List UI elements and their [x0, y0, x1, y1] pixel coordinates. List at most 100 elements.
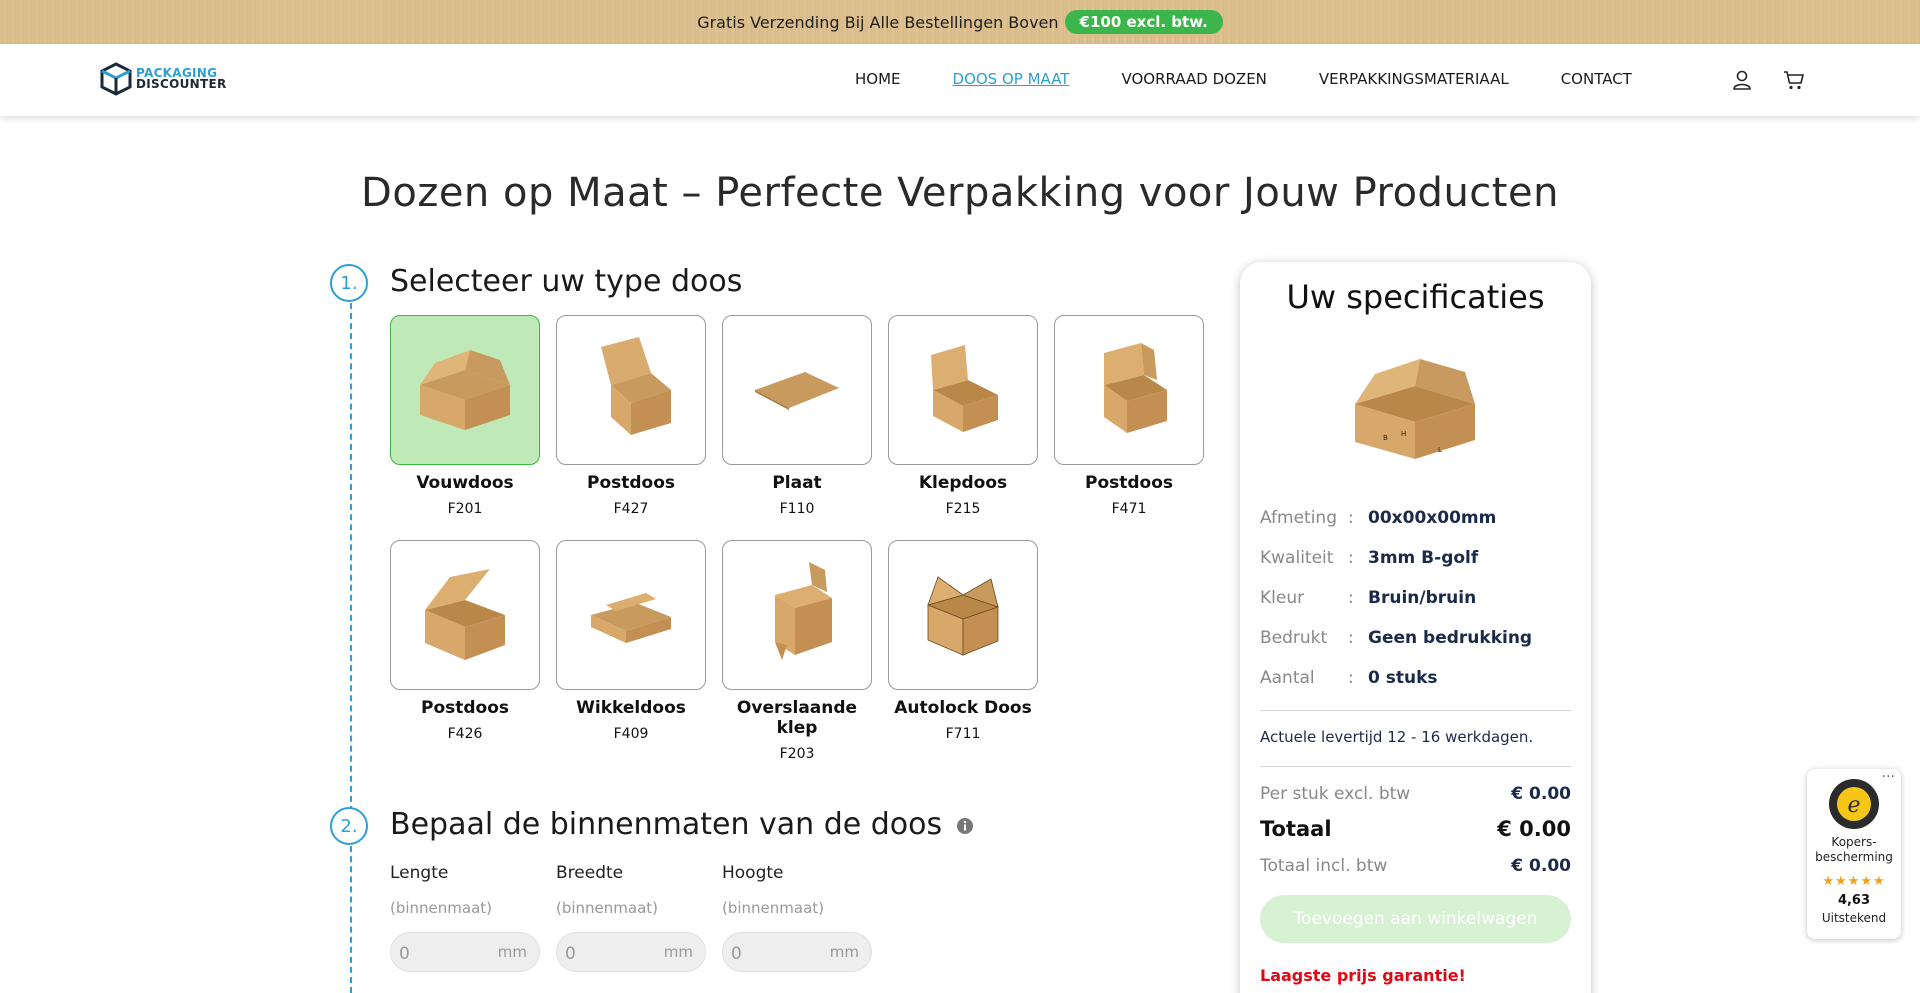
width-label: Breedte: [556, 863, 624, 883]
box-type-f426[interactable]: Postdoos F426: [390, 540, 540, 742]
spec-divider: [1260, 766, 1571, 767]
box-type-f711[interactable]: Autolock Doos F711: [888, 540, 1038, 742]
svg-text:L: L: [1438, 446, 1442, 454]
length-input[interactable]: 0 mm: [390, 932, 540, 972]
spec-colon: :: [1348, 508, 1354, 528]
box-type-f427[interactable]: Postdoos F427: [556, 315, 706, 517]
total-value: € 0.00: [1497, 817, 1571, 841]
box-name: Klepdoos: [918, 473, 1008, 493]
length-unit: mm: [497, 943, 527, 961]
width-input[interactable]: 0 mm: [556, 932, 706, 972]
box-image-autolock: [888, 540, 1038, 690]
nav-contact[interactable]: CONTACT: [1561, 70, 1632, 88]
spec-colon: :: [1348, 588, 1354, 608]
trusted-shops-seal-icon: e: [1829, 779, 1879, 829]
add-to-cart-button[interactable]: Toevoegen aan winkelwagen: [1260, 895, 1571, 943]
cart-icon[interactable]: [1782, 68, 1806, 92]
spec-divider: [1260, 710, 1571, 711]
trusted-shops-badge[interactable]: ··· e Kopers-bescherming ★★★★★ 4,63 Uits…: [1807, 769, 1901, 939]
height-sublabel: (binnenmaat): [722, 899, 825, 917]
box-code: F215: [945, 501, 981, 517]
spec-key: Aantal: [1260, 668, 1315, 688]
logo-box-icon: [100, 62, 132, 96]
spec-value: 3mm B-golf: [1368, 548, 1479, 568]
box-image-postdoos-f426: [390, 540, 540, 690]
spec-value: 0 stuks: [1368, 668, 1438, 688]
main-nav: HOME DOOS OP MAAT VOORRAAD DOZEN VERPAKK…: [855, 70, 1632, 88]
box-name: Vouwdoos: [416, 473, 514, 493]
box-code: F427: [613, 501, 649, 517]
box-code: F203: [779, 746, 815, 762]
step-2-title: Bepaal de binnenmaten van de doos: [390, 807, 974, 842]
user-icon[interactable]: [1730, 68, 1754, 92]
width-input-value[interactable]: 0: [565, 944, 576, 964]
selected-box-preview: B H L: [1355, 359, 1475, 459]
box-name: Postdoos: [420, 698, 510, 718]
site-header: PACKAGING DISCOUNTER HOME DOOS OP MAAT V…: [0, 44, 1920, 116]
box-name: Autolock Doos: [894, 698, 1032, 718]
buyer-protection-text: Kopers-bescherming: [1815, 835, 1893, 864]
svg-text:e: e: [1847, 793, 1860, 818]
spec-value: Bruin/bruin: [1368, 588, 1477, 608]
box-code: F409: [613, 726, 649, 742]
total-incl-label: Totaal incl. btw: [1260, 856, 1388, 876]
height-unit: mm: [829, 943, 859, 961]
spec-colon: :: [1348, 548, 1354, 568]
length-sublabel: (binnenmaat): [390, 899, 493, 917]
box-image-vouwdoos: [390, 315, 540, 465]
box-code: F426: [447, 726, 483, 742]
badge-menu-icon[interactable]: ···: [1882, 769, 1895, 785]
box-image-klepdoos: [888, 315, 1038, 465]
box-image-postdoos-f471: [1054, 315, 1204, 465]
box-type-f215[interactable]: Klepdoos F215: [888, 315, 1038, 517]
box-image-overslaande-klep: [722, 540, 872, 690]
nav-verpakkingsmateriaal[interactable]: VERPAKKINGSMATERIAAL: [1319, 70, 1509, 88]
specifications-panel: Uw specificaties B H L Afmeting : 00x00x…: [1240, 262, 1591, 993]
specifications-title: Uw specificaties: [1286, 278, 1545, 316]
box-type-f471[interactable]: Postdoos F471: [1054, 315, 1204, 517]
logo-text-discounter: DISCOUNTER: [136, 77, 227, 91]
lowest-price-guarantee: Laagste prijs garantie!: [1260, 966, 1466, 985]
total-incl-value: € 0.00: [1511, 856, 1571, 876]
spec-value: Geen bedrukking: [1368, 628, 1533, 648]
nav-voorraad-dozen[interactable]: VOORRAAD DOZEN: [1121, 70, 1266, 88]
spec-colon: :: [1348, 668, 1354, 688]
spec-key: Kwaliteit: [1260, 548, 1334, 568]
step-2-indicator: 2.: [330, 807, 368, 845]
box-type-f110[interactable]: Plaat F110: [722, 315, 872, 517]
box-type-f409[interactable]: Wikkeldoos F409: [556, 540, 706, 742]
rating-label: Uitstekend: [1821, 911, 1887, 925]
rating-score: 4,63: [1837, 893, 1871, 908]
rating-stars: ★★★★★: [1822, 874, 1886, 889]
box-code: F110: [779, 501, 815, 517]
box-code: F471: [1111, 501, 1147, 517]
box-name: Postdoos: [586, 473, 676, 493]
height-input[interactable]: 0 mm: [722, 932, 872, 972]
nav-home[interactable]: HOME: [855, 70, 901, 88]
box-image-plaat: [722, 315, 872, 465]
spec-colon: :: [1348, 628, 1354, 648]
length-label: Lengte: [390, 863, 449, 883]
height-label: Hoogte: [722, 863, 784, 883]
width-unit: mm: [663, 943, 693, 961]
announcement-text: Gratis Verzending Bij Alle Bestellingen …: [697, 12, 1059, 32]
box-image-wikkeldoos: [556, 540, 706, 690]
lead-time-text: Actuele levertijd 12 - 16 werkdagen.: [1260, 728, 1534, 746]
box-name: Overslaande klep: [736, 698, 858, 738]
per-piece-label: Per stuk excl. btw: [1260, 784, 1411, 804]
box-name: Postdoos: [1084, 473, 1174, 493]
info-icon[interactable]: [956, 817, 974, 835]
length-input-value[interactable]: 0: [399, 944, 410, 964]
announcement-bar: Gratis Verzending Bij Alle Bestellingen …: [0, 0, 1920, 44]
spec-key: Afmeting: [1260, 508, 1337, 528]
box-type-f201[interactable]: Vouwdoos F201: [390, 315, 540, 517]
per-piece-value: € 0.00: [1511, 784, 1571, 804]
step-connector-line: [350, 303, 352, 993]
height-input-value[interactable]: 0: [731, 944, 742, 964]
logo[interactable]: PACKAGING DISCOUNTER: [100, 62, 227, 96]
nav-doos-op-maat[interactable]: DOOS OP MAAT: [953, 70, 1070, 88]
total-label: Totaal: [1260, 817, 1332, 841]
box-type-f203[interactable]: Overslaande klep F203: [722, 540, 872, 762]
box-code: F711: [945, 726, 981, 742]
step-1-title: Selecteer uw type doos: [390, 264, 743, 299]
